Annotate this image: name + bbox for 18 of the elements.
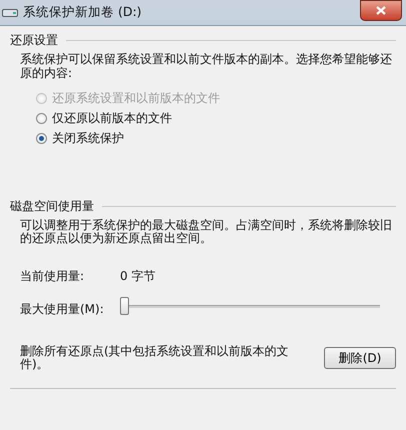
description-text: 可以调整用于系统保护的最大磁盘空间。占满空间时，系统将删除较旧的还原点以便为新还原点留出空间。 xyxy=(20,218,393,246)
group-heading: 磁盘空间使用量 xyxy=(10,198,94,215)
drive-icon xyxy=(2,8,18,18)
delete-description: 删除所有还原点(其中包括系统设置和以前版本的文件)。 xyxy=(20,345,290,372)
close-button[interactable] xyxy=(360,0,402,21)
radio-button[interactable] xyxy=(36,132,47,144)
field-label: 最大使用量(M): xyxy=(20,300,105,318)
description-text: 系统保护可以保留系统设置和以前文件版本的副本。选择您希望能够还原的内容: xyxy=(20,53,393,81)
window-title: 系统保护新加卷 (D:) xyxy=(23,4,143,21)
group-heading: 还原设置 xyxy=(10,32,58,49)
radio-button[interactable] xyxy=(36,112,47,124)
slider-thumb[interactable] xyxy=(120,297,129,316)
radio-option[interactable]: 关闭系统保护 xyxy=(36,130,124,146)
usage-value: 0 字节 xyxy=(120,268,156,286)
delete-button[interactable]: 删除(D) xyxy=(324,347,396,370)
radio-option[interactable]: 仅还原以前版本的文件 xyxy=(36,110,172,126)
field-label: 当前使用量: xyxy=(20,268,86,286)
close-icon xyxy=(376,6,386,15)
